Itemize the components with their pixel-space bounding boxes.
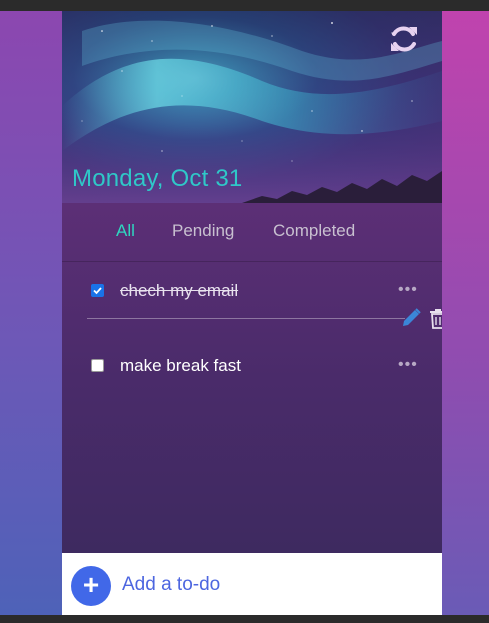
todo-checkbox[interactable] bbox=[91, 284, 104, 297]
current-date: Monday, Oct 31 bbox=[72, 165, 243, 192]
tab-all[interactable]: All bbox=[116, 221, 135, 241]
window-top-bar bbox=[0, 0, 489, 11]
todo-checkbox[interactable] bbox=[91, 359, 104, 372]
refresh-icon bbox=[391, 26, 417, 52]
background-right bbox=[442, 11, 489, 615]
pencil-icon bbox=[403, 308, 421, 326]
todo-text: chech my email bbox=[120, 281, 239, 300]
refresh-button[interactable] bbox=[388, 23, 420, 55]
tab-completed[interactable]: Completed bbox=[273, 221, 355, 241]
todo-menu-button[interactable]: ••• bbox=[398, 281, 418, 299]
check-icon bbox=[93, 287, 102, 295]
todo-card: Monday, Oct 31 All Pending Completed che… bbox=[62, 11, 442, 615]
plus-icon: + bbox=[82, 569, 100, 600]
add-todo-bar: + bbox=[62, 553, 442, 615]
window-bottom-bar bbox=[0, 615, 489, 623]
todo-menu-button[interactable]: ••• bbox=[398, 356, 418, 374]
filter-tabs: All Pending Completed bbox=[62, 203, 442, 262]
todo-item: make break fast ••• bbox=[62, 352, 442, 392]
add-todo-input[interactable] bbox=[122, 571, 422, 599]
background-left bbox=[0, 11, 62, 615]
edit-button[interactable] bbox=[400, 307, 422, 329]
trash-icon bbox=[430, 309, 442, 329]
delete-button[interactable] bbox=[429, 308, 442, 330]
add-todo-button[interactable]: + bbox=[71, 566, 111, 606]
todo-item: chech my email ••• bbox=[62, 277, 442, 317]
todo-divider bbox=[87, 318, 405, 319]
tab-pending[interactable]: Pending bbox=[172, 221, 234, 241]
todo-text: make break fast bbox=[120, 356, 241, 375]
header-image: Monday, Oct 31 bbox=[62, 11, 442, 203]
